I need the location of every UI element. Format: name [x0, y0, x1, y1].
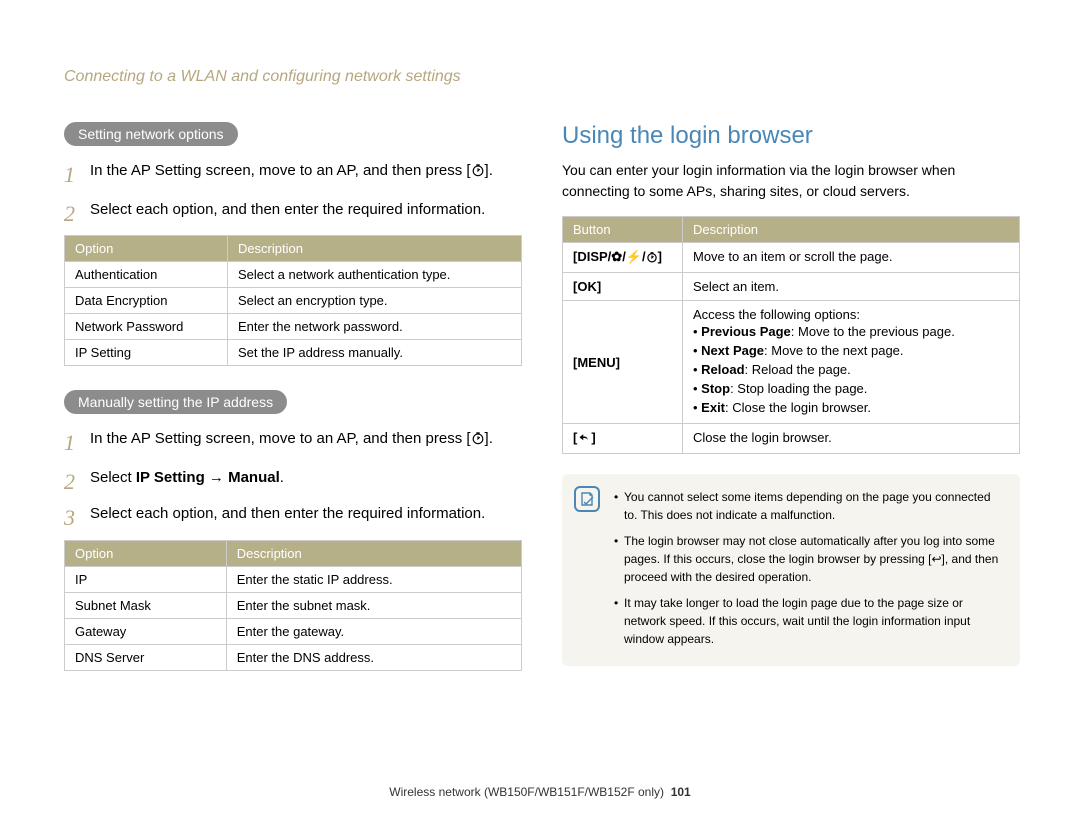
flower-icon: ✿ — [611, 249, 622, 264]
timer-icon — [471, 430, 485, 453]
desc-cell: Enter the network password. — [227, 314, 521, 340]
btn-desc: Close the login browser. — [683, 424, 1020, 454]
col-description: Description — [227, 236, 521, 262]
step-text: In the AP Setting screen, move to an AP,… — [90, 162, 471, 179]
opt-cell: IP Setting — [65, 340, 228, 366]
list-item: Next Page: Move to the next page. — [693, 341, 1009, 360]
table-row: [OK] Select an item. — [563, 273, 1020, 301]
footer-text: Wireless network (WB150F/WB151F/WB152F o… — [389, 785, 664, 799]
col-description: Description — [683, 217, 1020, 243]
step-2: Select each option, and then enter the r… — [64, 199, 522, 222]
list-item: Reload: Reload the page. — [693, 360, 1009, 379]
page-footer: Wireless network (WB150F/WB151F/WB152F o… — [0, 785, 1080, 799]
col-description: Description — [226, 540, 521, 566]
opt-cell: Network Password — [65, 314, 228, 340]
back-icon — [577, 432, 591, 447]
table-row: DNS ServerEnter the DNS address. — [65, 644, 522, 670]
opt-cell: IP — [65, 566, 227, 592]
step-3: Select each option, and then enter the r… — [64, 503, 522, 526]
step-tail: . — [280, 469, 284, 486]
flash-icon: ⚡ — [626, 249, 642, 264]
table-row: Data EncryptionSelect an encryption type… — [65, 288, 522, 314]
desc-cell: Select an encryption type. — [227, 288, 521, 314]
btn-label-back: [] — [563, 424, 683, 454]
table-row: GatewayEnter the gateway. — [65, 618, 522, 644]
btn-desc: Select an item. — [683, 273, 1020, 301]
table-row: Network PasswordEnter the network passwo… — [65, 314, 522, 340]
step-tail: ]. — [485, 162, 493, 179]
table-manual-ip: Option Description IPEnter the static IP… — [64, 540, 522, 671]
table-row: Subnet MaskEnter the subnet mask. — [65, 592, 522, 618]
right-column: Using the login browser You can enter yo… — [562, 122, 1020, 695]
steps-network-options: In the AP Setting screen, move to an AP,… — [64, 160, 522, 221]
opt-cell: Authentication — [65, 262, 228, 288]
step-bold: IP Setting → Manual — [136, 469, 280, 486]
table-row: AuthenticationSelect a network authentic… — [65, 262, 522, 288]
desc-cell: Enter the subnet mask. — [226, 592, 521, 618]
step-tail: ]. — [485, 430, 493, 447]
step-1: In the AP Setting screen, move to an AP,… — [64, 428, 522, 453]
table-row: [] Close the login browser. — [563, 424, 1020, 454]
desc-cell: Enter the gateway. — [226, 618, 521, 644]
section-title-network-options: Setting network options — [64, 122, 238, 146]
btn-desc: Access the following options: Previous P… — [683, 301, 1020, 424]
steps-manual-ip: In the AP Setting screen, move to an AP,… — [64, 428, 522, 526]
desc-cell: Select a network authentication type. — [227, 262, 521, 288]
btn-desc: Move to an item or scroll the page. — [683, 243, 1020, 273]
note-item: It may take longer to load the login pag… — [614, 592, 1006, 654]
section-title-login-browser: Using the login browser — [562, 122, 1020, 150]
note-icon — [574, 486, 600, 512]
col-option: Option — [65, 236, 228, 262]
note-item: You cannot select some items depending o… — [614, 486, 1006, 530]
note-item: The login browser may not close automati… — [614, 530, 1006, 592]
timer-icon — [646, 251, 658, 266]
opt-cell: Gateway — [65, 618, 227, 644]
step-2: Select IP Setting → Manual. — [64, 467, 522, 490]
step-text: In the AP Setting screen, move to an AP,… — [90, 430, 471, 447]
opt-cell: DNS Server — [65, 644, 227, 670]
table-row: IP SettingSet the IP address manually. — [65, 340, 522, 366]
menu-options: Previous Page: Move to the previous page… — [693, 322, 1009, 417]
desc-cell: Enter the static IP address. — [226, 566, 521, 592]
col-option: Option — [65, 540, 227, 566]
intro-paragraph: You can enter your login information via… — [562, 160, 1020, 202]
breadcrumb: Connecting to a WLAN and configuring net… — [64, 68, 1020, 86]
list-item: Previous Page: Move to the previous page… — [693, 322, 1009, 341]
table-row: [DISP/✿/⚡/] Move to an item or scroll th… — [563, 243, 1020, 273]
btn-label-disp: [DISP/✿/⚡/] — [563, 243, 683, 273]
opt-cell: Subnet Mask — [65, 592, 227, 618]
table-buttons: Button Description [DISP/✿/⚡/] Move to a… — [562, 216, 1020, 454]
table-row: [MENU] Access the following options: Pre… — [563, 301, 1020, 424]
table-row: IPEnter the static IP address. — [65, 566, 522, 592]
desc-cell: Enter the DNS address. — [226, 644, 521, 670]
btn-label-ok: [OK] — [563, 273, 683, 301]
list-item: Stop: Stop loading the page. — [693, 379, 1009, 398]
col-button: Button — [563, 217, 683, 243]
btn-label-menu: [MENU] — [563, 301, 683, 424]
opt-cell: Data Encryption — [65, 288, 228, 314]
table-network-options: Option Description AuthenticationSelect … — [64, 235, 522, 366]
section-title-manual-ip: Manually setting the IP address — [64, 390, 287, 414]
desc-cell: Set the IP address manually. — [227, 340, 521, 366]
list-item: Exit: Close the login browser. — [693, 398, 1009, 417]
note-box: You cannot select some items depending o… — [562, 474, 1020, 666]
step-1: In the AP Setting screen, move to an AP,… — [64, 160, 522, 185]
timer-icon — [471, 162, 485, 185]
menu-intro: Access the following options: — [693, 307, 1009, 322]
left-column: Setting network options In the AP Settin… — [64, 122, 522, 695]
page-number: 101 — [671, 785, 691, 799]
step-text: Select — [90, 469, 136, 486]
